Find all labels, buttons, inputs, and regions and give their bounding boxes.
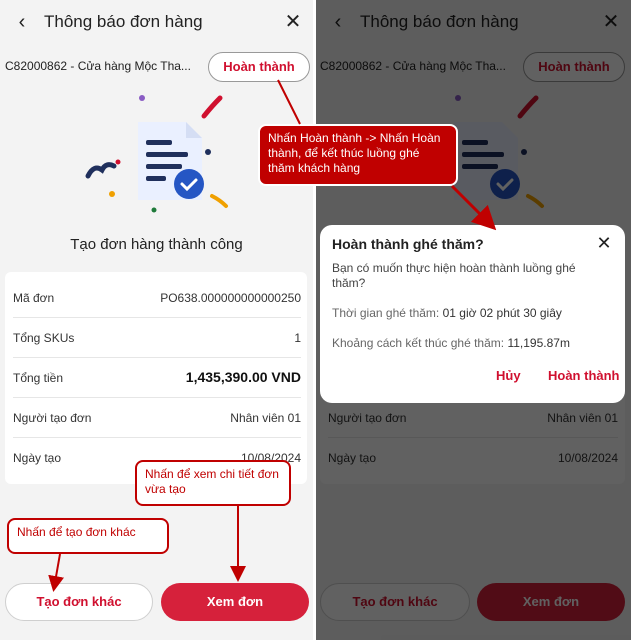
new-order-button[interactable]: Tạo đơn khác <box>5 583 153 621</box>
dialog-confirm-button[interactable]: Hoàn thành <box>548 368 620 383</box>
callout-complete-visit: Nhấn Hoàn thành -> Nhấn Hoàn thành, để k… <box>258 124 458 186</box>
complete-visit-dialog: Hoàn thành ghé thăm? ✕ Bạn có muốn thực … <box>320 225 625 403</box>
order-summary-card: Mã đơn PO638.000000000000250 Tổng SKUs 1… <box>5 272 307 484</box>
dialog-close-icon[interactable]: ✕ <box>593 233 615 254</box>
visit-time-line: Thời gian ghé thăm: 01 giờ 02 phút 30 gi… <box>332 306 562 320</box>
store-name: C82000862 - Cửa hàng Mộc Tha... <box>5 59 191 73</box>
creator-row: Người tạo đơn Nhân viên 01 <box>13 398 301 438</box>
order-id-value: PO638.000000000000250 <box>160 291 301 305</box>
callout-new-order: Nhấn để tạo đơn khác <box>7 518 169 554</box>
store-row: C82000862 - Cửa hàng Mộc Tha... Hoàn thà… <box>0 50 313 84</box>
creator-value: Nhân viên 01 <box>230 411 301 425</box>
dialog-title: Hoàn thành ghé thăm? <box>332 236 484 252</box>
complete-visit-screen: ‹ Thông báo đơn hàng ✕ C82000862 - Cửa h… <box>316 0 631 640</box>
order-id-row: Mã đơn PO638.000000000000250 <box>13 278 301 318</box>
visit-distance-value: 11,195.87m <box>507 336 570 350</box>
visit-distance-label: Khoảng cách kết thúc ghé thăm: <box>332 336 505 350</box>
dialog-message: Bạn có muốn thực hiện hoàn thành luồng g… <box>332 261 576 290</box>
sku-count-row: Tổng SKUs 1 <box>13 318 301 358</box>
total-value: 1,435,390.00 VND <box>185 369 301 385</box>
visit-distance-line: Khoảng cách kết thúc ghé thăm: 11,195.87… <box>332 336 570 350</box>
screenshot-root: ‹ Thông báo đơn hàng ✕ C82000862 - Cửa h… <box>0 0 631 640</box>
total-label: Tổng tiền <box>13 371 64 385</box>
page-title: Thông báo đơn hàng <box>44 12 203 31</box>
sku-count-label: Tổng SKUs <box>13 331 75 345</box>
app-header: ‹ Thông báo đơn hàng ✕ <box>0 0 313 44</box>
close-icon[interactable]: ✕ <box>281 8 305 36</box>
visit-time-label: Thời gian ghé thăm: <box>332 306 440 320</box>
success-message: Tạo đơn hàng thành công <box>70 236 243 253</box>
created-date-label: Ngày tạo <box>13 451 62 465</box>
callout-view-order: Nhấn để xem chi tiết đơn vừa tạo <box>135 460 291 506</box>
back-icon[interactable]: ‹ <box>10 8 34 36</box>
complete-visit-button[interactable]: Hoàn thành <box>208 52 310 82</box>
total-row: Tổng tiền 1,435,390.00 VND <box>13 358 301 398</box>
dialog-cancel-button[interactable]: Hủy <box>496 368 521 383</box>
creator-label: Người tạo đơn <box>13 411 92 425</box>
order-id-label: Mã đơn <box>13 291 55 305</box>
view-order-button[interactable]: Xem đơn <box>161 583 309 621</box>
sku-count-value: 1 <box>294 331 301 345</box>
order-success-illustration <box>85 95 228 213</box>
visit-time-value: 01 giờ 02 phút 30 giây <box>442 306 562 320</box>
